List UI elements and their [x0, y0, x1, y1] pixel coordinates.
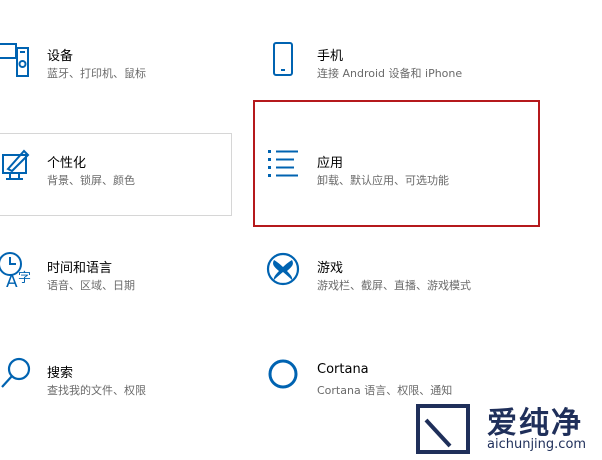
time-language-icon: A 字	[0, 252, 31, 290]
devices-icon	[0, 43, 29, 77]
personalization-icon	[2, 149, 30, 180]
watermark-logo-icon	[416, 404, 470, 454]
search-icon	[1, 357, 31, 388]
tile-subtitle: 查找我的文件、权限	[47, 384, 146, 397]
tile-title: 时间和语言	[47, 261, 113, 276]
settings-tile-devices[interactable]: 设备 蓝牙、打印机、鼠标	[0, 38, 230, 98]
settings-tile-search[interactable]: 搜索 查找我的文件、权限	[0, 355, 230, 415]
settings-tile-gaming[interactable]: 游戏 游戏栏、截屏、直播、游戏模式	[262, 250, 542, 310]
cortana-icon	[268, 359, 298, 389]
settings-tile-phone[interactable]: 手机 连接 Android 设备和 iPhone	[262, 38, 542, 98]
tile-subtitle: 连接 Android 设备和 iPhone	[317, 67, 463, 80]
phone-icon	[273, 42, 293, 76]
tile-title: 搜索	[47, 366, 74, 381]
watermark-text: 爱纯净	[487, 406, 583, 441]
tile-title: 应用	[317, 156, 344, 171]
tile-subtitle: 语音、区域、日期	[47, 279, 135, 292]
tile-title: 设备	[47, 49, 74, 64]
svg-text:A: A	[6, 272, 18, 290]
settings-tile-time-language[interactable]: A 字 时间和语言 语音、区域、日期	[0, 250, 230, 310]
tile-title: 游戏	[317, 261, 344, 276]
tile-title: 手机	[317, 49, 344, 64]
watermark: 爱纯净 aichunjing.com	[412, 398, 602, 460]
tile-title: 个性化	[47, 156, 87, 171]
tile-subtitle: 游戏栏、截屏、直播、游戏模式	[317, 279, 471, 292]
tile-subtitle: 背景、锁屏、颜色	[47, 174, 135, 187]
tile-subtitle: 蓝牙、打印机、鼠标	[47, 67, 146, 80]
watermark-url: aichunjing.com	[487, 437, 587, 452]
tile-subtitle: Cortana 语言、权限、通知	[317, 384, 453, 397]
tile-title: Cortana	[317, 362, 369, 377]
settings-tile-personalization[interactable]: 个性化 背景、锁屏、颜色	[0, 145, 230, 205]
xbox-icon	[266, 252, 300, 286]
tile-subtitle: 卸载、默认应用、可选功能	[317, 174, 449, 187]
settings-tile-apps[interactable]: 应用 卸载、默认应用、可选功能	[262, 145, 537, 205]
apps-icon	[268, 150, 298, 177]
svg-text:字: 字	[18, 271, 31, 286]
